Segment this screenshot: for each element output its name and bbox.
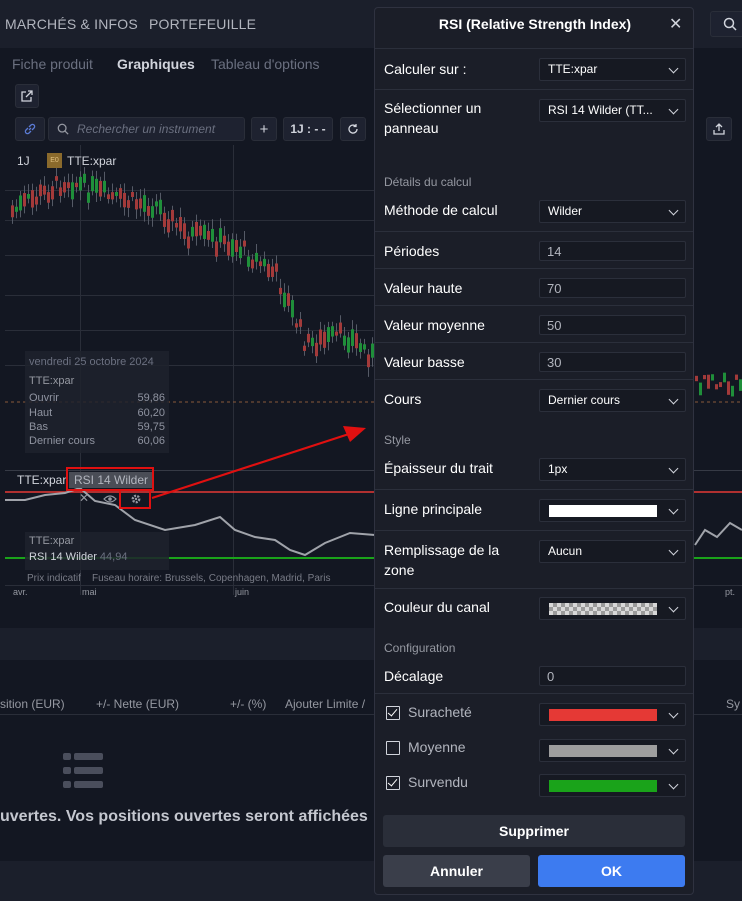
overbought-color-picker[interactable] [539,703,686,726]
chevron-down-icon [668,779,679,790]
chevron-down-icon [668,744,679,755]
average-checkbox[interactable] [386,741,400,755]
cancel-button[interactable]: Annuler [383,855,530,887]
chevron-down-icon [668,602,679,613]
column-header: +/- (%) [230,697,267,711]
delete-button[interactable]: Supprimer [383,815,685,847]
main-line-color-picker[interactable] [539,499,686,522]
average-label: Moyenne [408,739,466,755]
close-icon[interactable]: ✕ [669,14,682,34]
panel-label: Sélectionner un panneau [384,100,482,136]
ok-button[interactable]: OK [538,855,685,887]
method-label: Méthode de calcul [384,202,498,218]
panel-value: RSI 14 Wilder (TT... [548,103,653,117]
section-style: Style [384,433,411,447]
method-value: Wilder [548,204,583,218]
dialog-title: RSI (Relative Strength Index) [438,16,632,32]
low-value-input[interactable] [539,352,686,372]
thickness-value: 1px [548,462,568,476]
chevron-down-icon [668,708,679,719]
oversold-label: Survendu [408,774,468,790]
column-header: Ajouter Limite / [285,697,366,711]
method-select[interactable]: Wilder [539,200,686,223]
overbought-label: Suracheté [408,704,472,720]
average-color-picker[interactable] [539,739,686,762]
calc-on-label: Calculer sur : [384,61,467,77]
panel-select[interactable]: RSI 14 Wilder (TT... [539,99,686,122]
main-line-label: Ligne principale [384,501,483,517]
mid-value-label: Valeur moyenne [384,317,485,333]
column-header: +/- Nette (EUR) [96,697,180,711]
chevron-down-icon [668,504,679,515]
main-line-swatch [549,505,657,517]
offset-input[interactable] [539,666,686,686]
overbought-checkbox[interactable] [386,706,400,720]
chevron-down-icon [668,205,679,216]
price-value: Dernier cours [548,393,621,407]
low-value-label: Valeur basse [384,354,465,370]
overbought-swatch [549,709,657,721]
list-icon [63,751,103,791]
rsi-settings-dialog: RSI (Relative Strength Index) ✕ Calculer… [374,7,694,895]
thickness-select[interactable]: 1px [539,458,686,481]
chevron-down-icon [668,463,679,474]
section-calc-details: Détails du calcul [384,175,472,189]
fill-select[interactable]: Aucun [539,540,686,563]
average-swatch [549,745,657,757]
calc-on-value: TTE:xpar [548,62,598,76]
price-label: Cours [384,391,422,407]
oversold-checkbox[interactable] [386,776,400,790]
chevron-down-icon [668,394,679,405]
channel-color-label: Couleur du canal [384,599,490,615]
price-select[interactable]: Dernier cours [539,389,686,412]
fill-value: Aucun [548,544,583,558]
high-value-label: Valeur haute [384,280,463,296]
periods-label: Périodes [384,243,440,259]
chevron-down-icon [668,545,679,556]
calc-on-select[interactable]: TTE:xpar [539,58,686,81]
column-header: Sy [726,697,741,711]
channel-swatch [549,603,657,615]
thickness-label: Épaisseur du trait [384,460,493,476]
chevron-down-icon [668,63,679,74]
fill-label: Remplissage de la zone [384,542,500,578]
high-value-input[interactable] [539,278,686,298]
periods-input[interactable] [539,241,686,261]
oversold-color-picker[interactable] [539,774,686,797]
column-header: sition (EUR) [0,697,65,711]
channel-color-picker[interactable] [539,597,686,620]
empty-positions-message: uvertes. Vos positions ouvertes seront a… [0,808,368,825]
section-configuration: Configuration [384,641,456,655]
chevron-down-icon [668,104,679,115]
oversold-swatch [549,780,657,792]
offset-label: Décalage [384,668,444,684]
mid-value-input[interactable] [539,315,686,335]
